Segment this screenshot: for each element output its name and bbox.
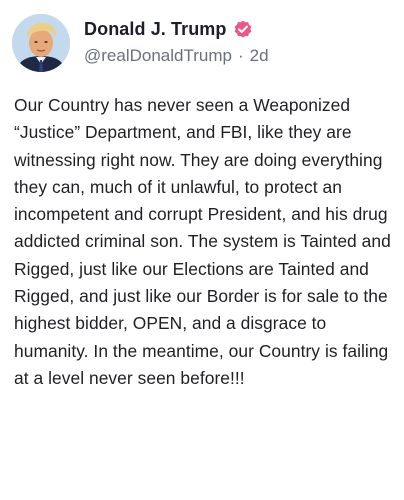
post-text: Our Country has never seen a Weaponized …: [14, 95, 391, 388]
name-row: Donald J. Trump: [84, 16, 392, 42]
avatar-image: [12, 14, 70, 72]
author-meta: Donald J. Trump @realDonaldTrump · 2d: [84, 16, 392, 66]
handle-row: @realDonaldTrump · 2d: [84, 46, 392, 66]
avatar[interactable]: [12, 14, 70, 72]
handle[interactable]: @realDonaldTrump: [84, 46, 232, 66]
post-card: Donald J. Trump @realDonaldTrump · 2d Ou…: [0, 0, 404, 500]
timestamp[interactable]: 2d: [250, 46, 269, 66]
separator-dot: ·: [237, 46, 244, 65]
post-header: Donald J. Trump @realDonaldTrump · 2d: [12, 12, 392, 72]
verified-badge-icon: [233, 19, 253, 39]
display-name[interactable]: Donald J. Trump: [84, 19, 227, 40]
